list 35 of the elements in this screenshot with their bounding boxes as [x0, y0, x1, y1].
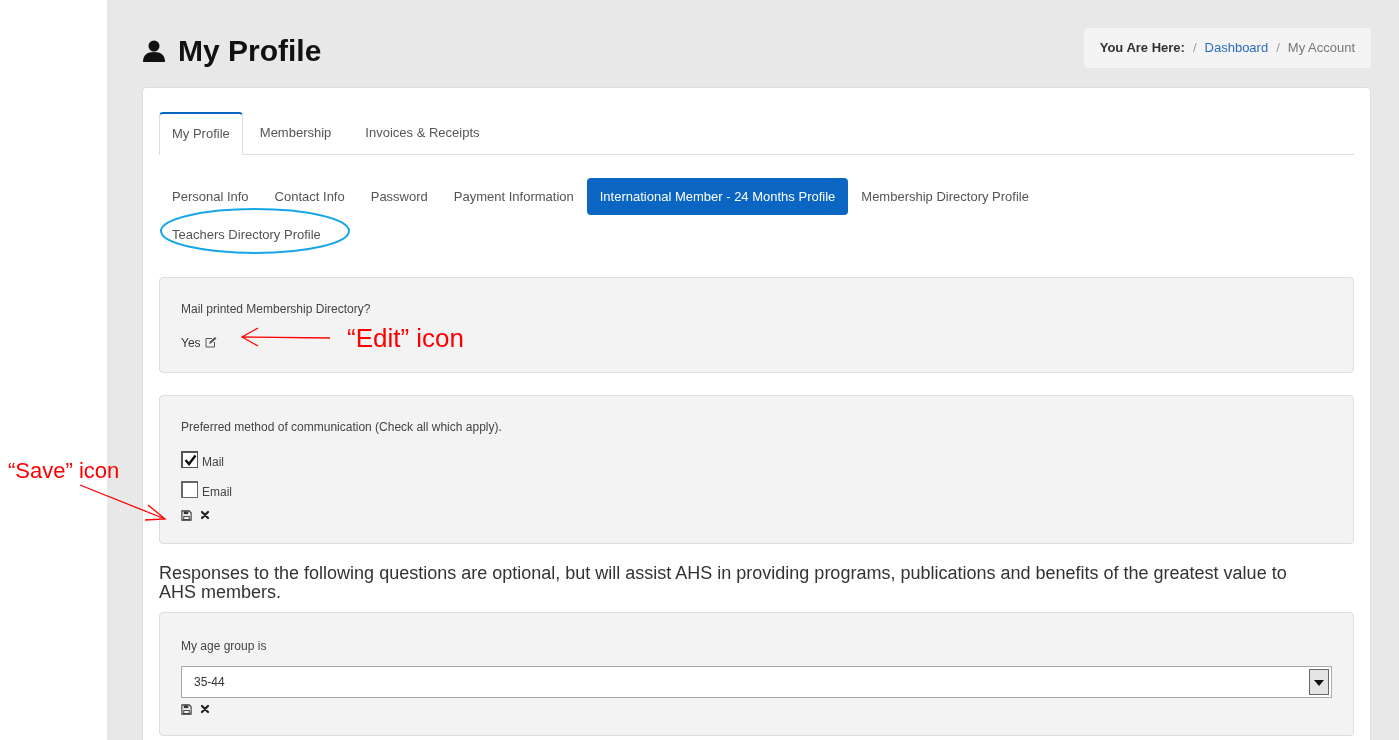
subtab[interactable]: Membership Directory Profile	[848, 177, 1042, 215]
subtab[interactable]: Teachers Directory Profile	[159, 216, 334, 254]
subtab[interactable]: Payment Information	[440, 177, 587, 215]
breadcrumb-link[interactable]: Dashboard	[1204, 38, 1269, 58]
age-select[interactable]: 35-44	[181, 665, 1332, 698]
checkbox[interactable]	[181, 450, 198, 468]
checkbox[interactable]	[181, 480, 198, 498]
save-icon[interactable]	[181, 509, 192, 521]
answer-value: Yes	[181, 334, 201, 352]
question-label: Preferred method of communication (Check all which apply).	[181, 418, 503, 436]
question-label: Mail printed Membership Directory?	[181, 300, 372, 318]
edit-icon[interactable]	[204, 337, 217, 348]
subtab[interactable]: Personal Info	[159, 177, 262, 215]
subtab[interactable]: International Member - 24 Months Profile	[586, 177, 849, 215]
breadcrumb-current: My Account	[1287, 39, 1355, 57]
close-icon[interactable]	[200, 510, 210, 520]
checkbox-label: Email	[202, 483, 232, 501]
tab[interactable]: My Profile	[159, 112, 243, 155]
caret-icon[interactable]	[1309, 668, 1329, 695]
checkbox-label: Mail	[202, 453, 224, 471]
subtab[interactable]: Contact Info	[261, 177, 358, 215]
breadcrumb-label: You Are Here:	[1099, 39, 1185, 57]
subtab[interactable]: Password	[357, 177, 441, 215]
question-label: My age group is	[181, 637, 268, 655]
user-icon	[142, 38, 166, 63]
tab[interactable]: Invoices & Receipts	[348, 112, 497, 154]
annotation-label: “Save” icon	[8, 457, 120, 485]
annotation-label: “Edit” icon	[347, 322, 465, 355]
save-icon[interactable]	[181, 703, 192, 715]
close-icon[interactable]	[200, 704, 210, 714]
page-title: My Profile	[178, 33, 322, 69]
breadcrumb-separator: /	[1192, 39, 1197, 57]
tab[interactable]: Membership	[242, 112, 349, 154]
breadcrumb-separator: /	[1276, 39, 1280, 57]
intro-text: Responses to the following questions are optional, but will assist AHS in providing programs, publications and benefits of the greatest value to AHS members.	[159, 563, 1288, 602]
